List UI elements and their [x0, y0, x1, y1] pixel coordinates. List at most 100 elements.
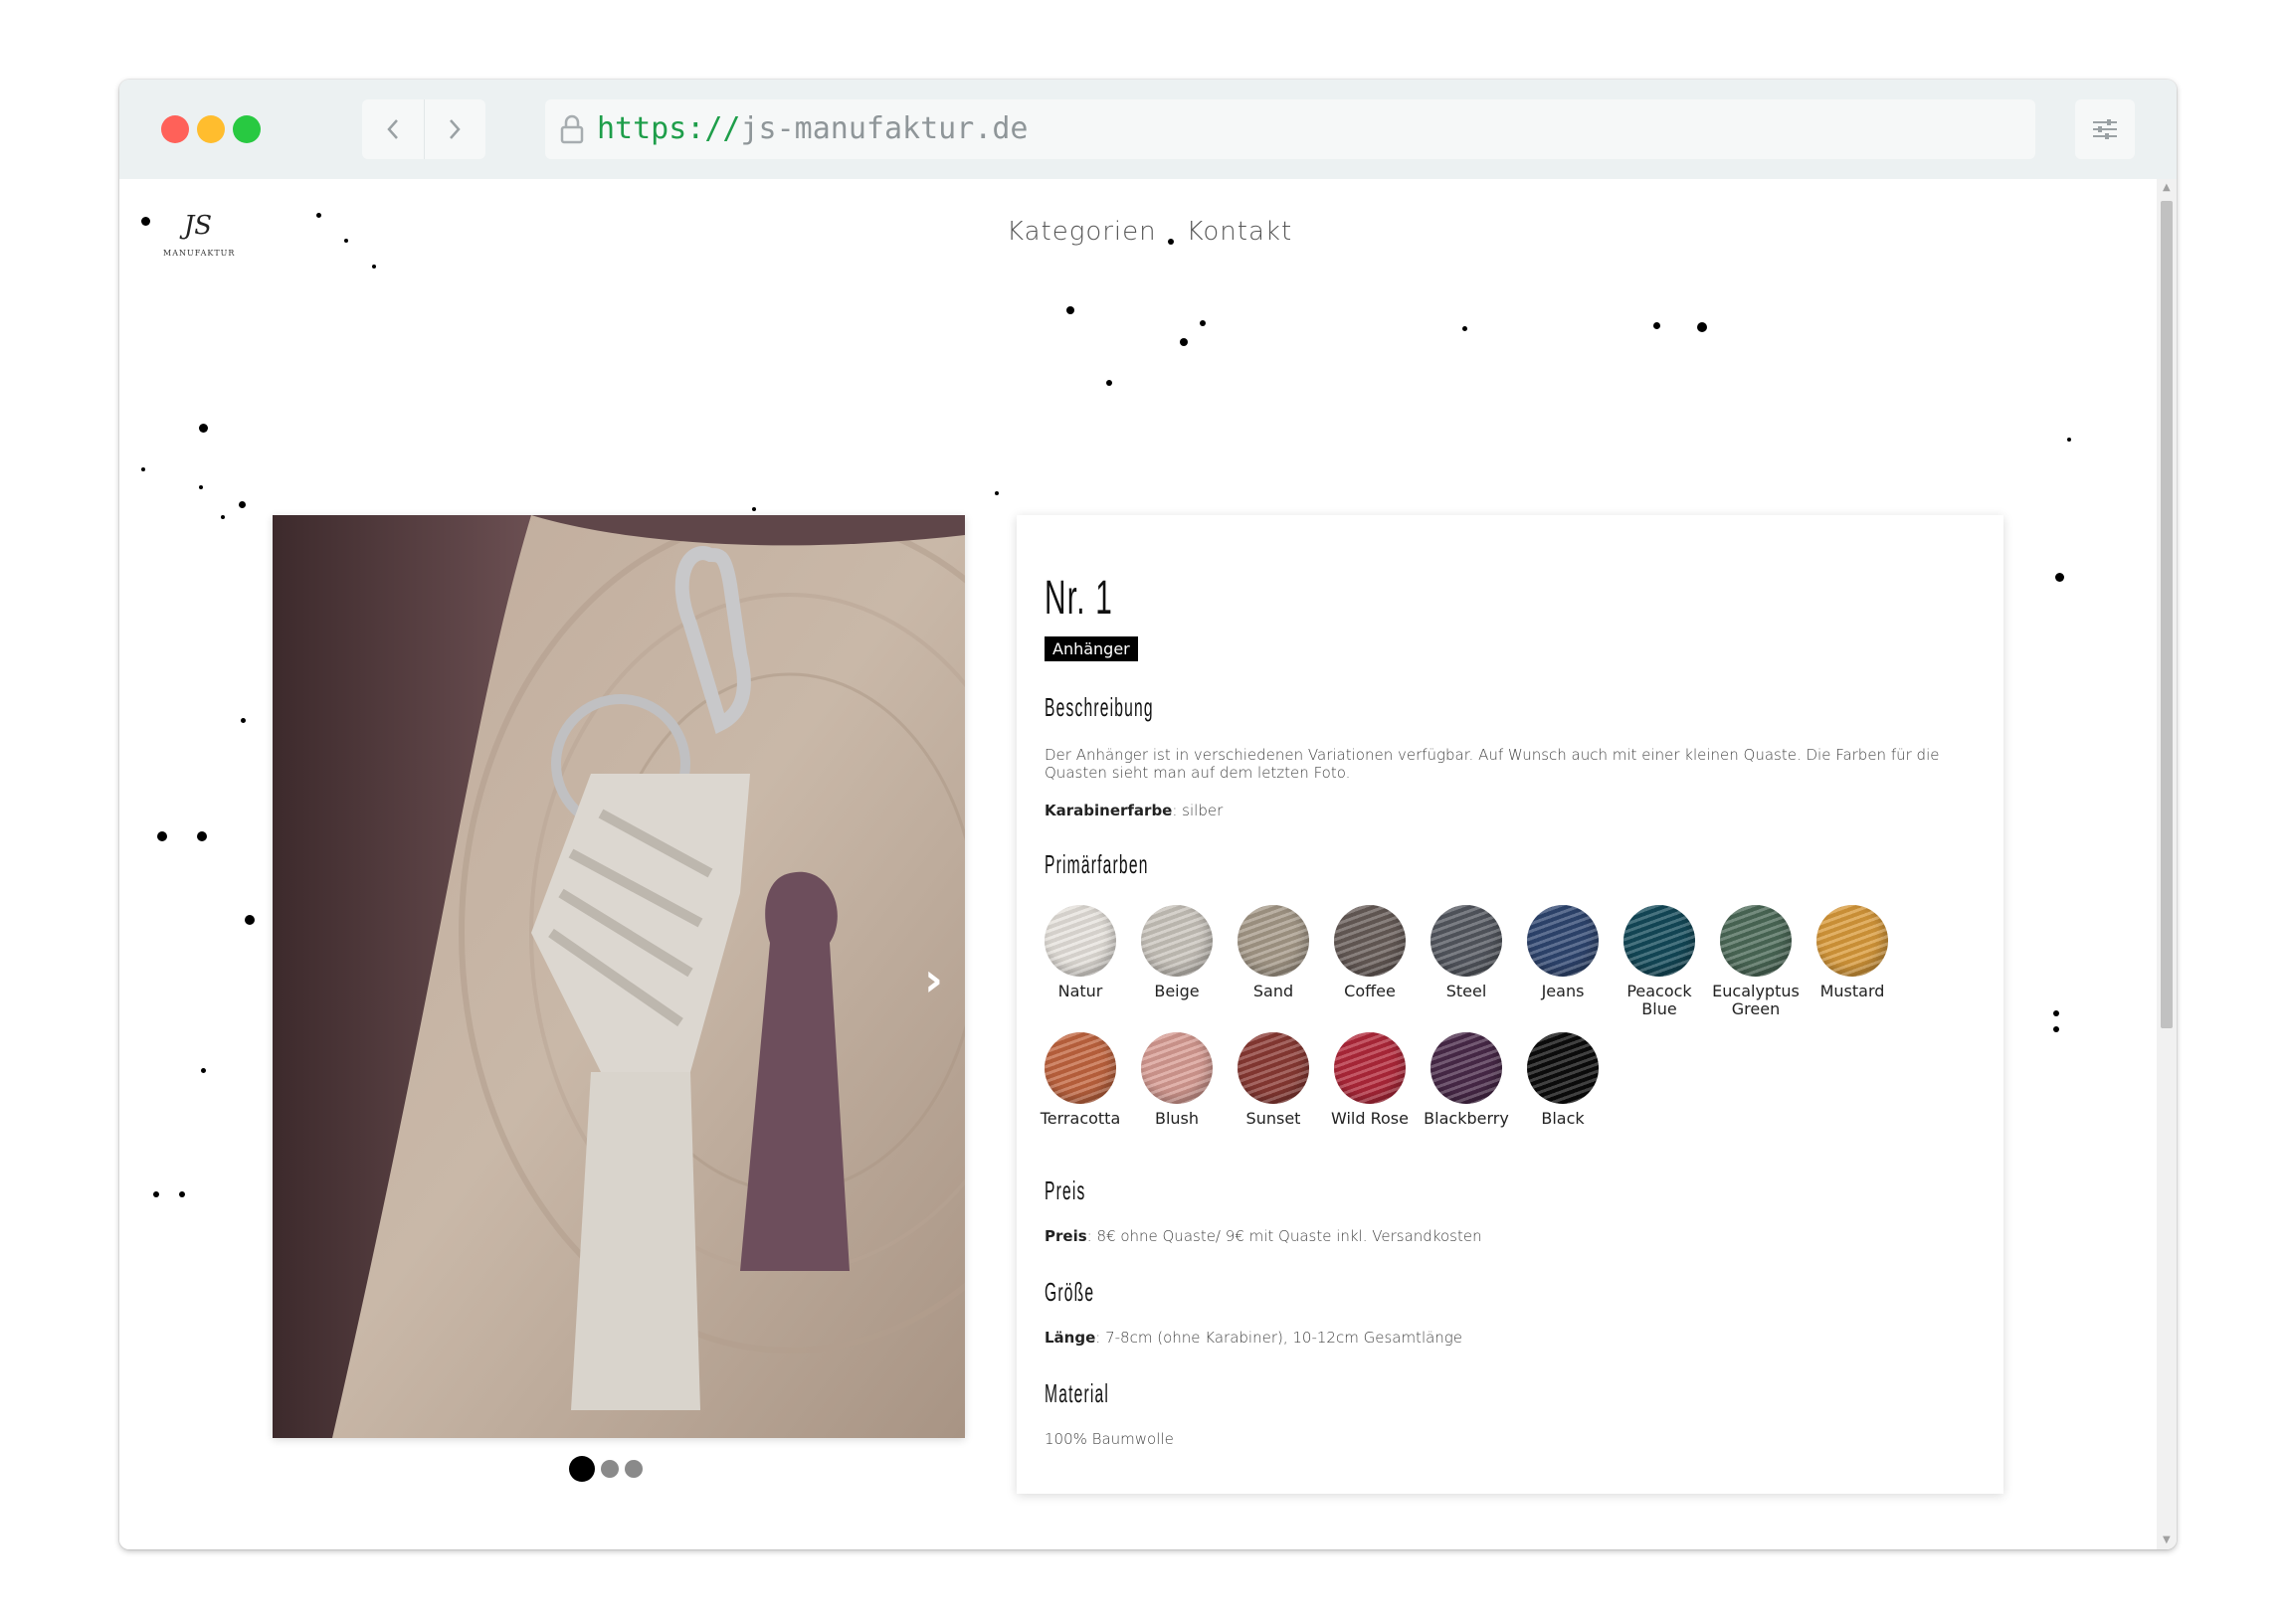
colors-heading: Primärfarben: [1045, 849, 1149, 879]
product-photo[interactable]: ›: [273, 515, 965, 1438]
background-speck: [241, 718, 246, 723]
background-speck: [179, 1191, 185, 1197]
color-swatch[interactable]: Eucalyptus Green: [1706, 905, 1806, 1018]
url-text: https://js-manufaktur.de: [597, 111, 1029, 146]
color-swatch[interactable]: Coffee: [1320, 905, 1420, 1000]
settings-button[interactable]: [2075, 99, 2135, 159]
color-swatch[interactable]: Terracotta: [1031, 1032, 1130, 1128]
background-speck: [2053, 1026, 2059, 1032]
logo-subtitle: MANUFAKTUR: [163, 249, 236, 258]
background-speck: [1200, 320, 1206, 326]
history-nav: [362, 99, 485, 159]
carousel-indicator[interactable]: [601, 1460, 619, 1478]
color-swatch-label: Sand: [1252, 982, 1294, 1000]
background-speck: [153, 1191, 159, 1197]
background-speck: [344, 239, 348, 243]
yarn-swatch-image: [1141, 905, 1213, 977]
nav-kategorien[interactable]: Kategorien: [1007, 217, 1157, 247]
clasp-label: Karabinerfarbe: [1045, 802, 1173, 819]
color-swatch[interactable]: Beige: [1127, 905, 1227, 1000]
browser-toolbar: https://js-manufaktur.de: [119, 80, 2177, 179]
carousel-indicators: [569, 1456, 643, 1482]
carousel-indicator[interactable]: [569, 1456, 595, 1482]
color-swatch-label: Black: [1541, 1109, 1585, 1128]
yarn-swatch-image: [1334, 905, 1406, 977]
color-swatch[interactable]: Steel: [1417, 905, 1516, 1000]
background-speck: [221, 515, 225, 519]
maximize-window-button[interactable]: [233, 115, 261, 143]
site-logo[interactable]: JS MANUFAKTUR: [163, 195, 236, 267]
background-speck: [1180, 338, 1188, 346]
background-speck: [141, 217, 150, 226]
color-swatch[interactable]: Peacock Blue: [1610, 905, 1709, 1018]
color-swatch-label: Blackberry: [1424, 1109, 1509, 1128]
color-swatch[interactable]: Mustard: [1803, 905, 1902, 1000]
yarn-swatch-image: [1045, 1032, 1116, 1104]
yarn-swatch-image: [1527, 1032, 1599, 1104]
description-text: Der Anhänger ist in verschiedenen Variat…: [1045, 746, 1940, 782]
background-speck: [2053, 1010, 2059, 1016]
main-nav: Kategorien Kontakt: [1007, 217, 1292, 247]
sliders-icon: [2093, 119, 2117, 139]
nav-kontakt[interactable]: Kontakt: [1187, 217, 1293, 247]
background-speck: [995, 491, 999, 495]
yarn-swatch-image: [1238, 1032, 1309, 1104]
color-swatch-label: Sunset: [1245, 1109, 1301, 1128]
background-speck: [752, 507, 756, 511]
color-swatch[interactable]: Jeans: [1513, 905, 1613, 1000]
lock-icon: [560, 114, 584, 144]
forward-button[interactable]: [424, 99, 485, 159]
color-swatch[interactable]: Wild Rose: [1320, 1032, 1420, 1128]
size-value: : 7-8cm (ohne Karabiner), 10-12cm Gesamt…: [1095, 1329, 1463, 1347]
yarn-swatch-image: [1141, 1032, 1213, 1104]
address-bar[interactable]: https://js-manufaktur.de: [545, 99, 2035, 159]
background-speck: [199, 424, 208, 433]
color-swatch-label: Jeans: [1541, 982, 1585, 1000]
scroll-thumb[interactable]: [2161, 201, 2173, 1028]
color-swatch-label: Natur: [1057, 982, 1103, 1000]
color-swatch[interactable]: Sunset: [1224, 1032, 1323, 1128]
yarn-swatch-image: [1816, 905, 1888, 977]
page-viewport: JS MANUFAKTUR Kategorien Kontakt › Nr. 1…: [119, 179, 2157, 1549]
background-speck: [199, 485, 203, 489]
background-speck: [1653, 322, 1660, 329]
color-swatch-label: Peacock Blue: [1626, 982, 1692, 1018]
yarn-swatch-image: [1430, 905, 1502, 977]
clasp-color: Karabinerfarbe: silber: [1045, 802, 1223, 819]
background-speck: [2055, 573, 2064, 582]
price-label: Preis: [1045, 1227, 1087, 1245]
color-swatch[interactable]: Blush: [1127, 1032, 1227, 1128]
background-speck: [239, 501, 246, 508]
yarn-swatch-image: [1527, 905, 1599, 977]
minimize-window-button[interactable]: [197, 115, 225, 143]
scroll-down-arrow[interactable]: ▼: [2163, 1535, 2171, 1545]
carousel-next-button[interactable]: ›: [924, 953, 943, 1006]
background-speck: [1106, 380, 1112, 386]
product-title: Nr. 1: [1045, 572, 1114, 625]
color-swatch[interactable]: Natur: [1031, 905, 1130, 1000]
yarn-swatch-image: [1045, 905, 1116, 977]
price-value: : 8€ ohne Quaste/ 9€ mit Quaste inkl. Ve…: [1086, 1227, 1482, 1245]
color-swatch-label: Coffee: [1344, 982, 1396, 1000]
category-badge: Anhänger: [1045, 636, 1138, 661]
price-heading: Preis: [1045, 1175, 1086, 1205]
color-swatch[interactable]: Blackberry: [1417, 1032, 1516, 1128]
product-details-card: Nr. 1 Anhänger Beschreibung Der Anhänger…: [1017, 515, 2003, 1494]
clasp-value: : silber: [1172, 802, 1224, 819]
background-speck: [2067, 438, 2071, 442]
color-swatch[interactable]: Black: [1513, 1032, 1613, 1128]
color-swatch[interactable]: Sand: [1224, 905, 1323, 1000]
color-swatch-label: Terracotta: [1040, 1109, 1121, 1128]
background-speck: [372, 265, 376, 269]
back-button[interactable]: [362, 99, 425, 159]
background-speck: [1066, 306, 1074, 314]
product-image: [273, 515, 965, 1438]
page-scrollbar[interactable]: ▲ ▼: [2157, 179, 2177, 1549]
size-text: Länge: 7-8cm (ohne Karabiner), 10-12cm G…: [1045, 1329, 1462, 1347]
yarn-swatch-image: [1623, 905, 1695, 977]
carousel-indicator[interactable]: [625, 1460, 643, 1478]
close-window-button[interactable]: [161, 115, 189, 143]
scroll-up-arrow[interactable]: ▲: [2163, 183, 2171, 193]
browser-window: https://js-manufaktur.de JS MANUFAKTUR K…: [119, 80, 2177, 1549]
color-swatch-label: Mustard: [1819, 982, 1885, 1000]
